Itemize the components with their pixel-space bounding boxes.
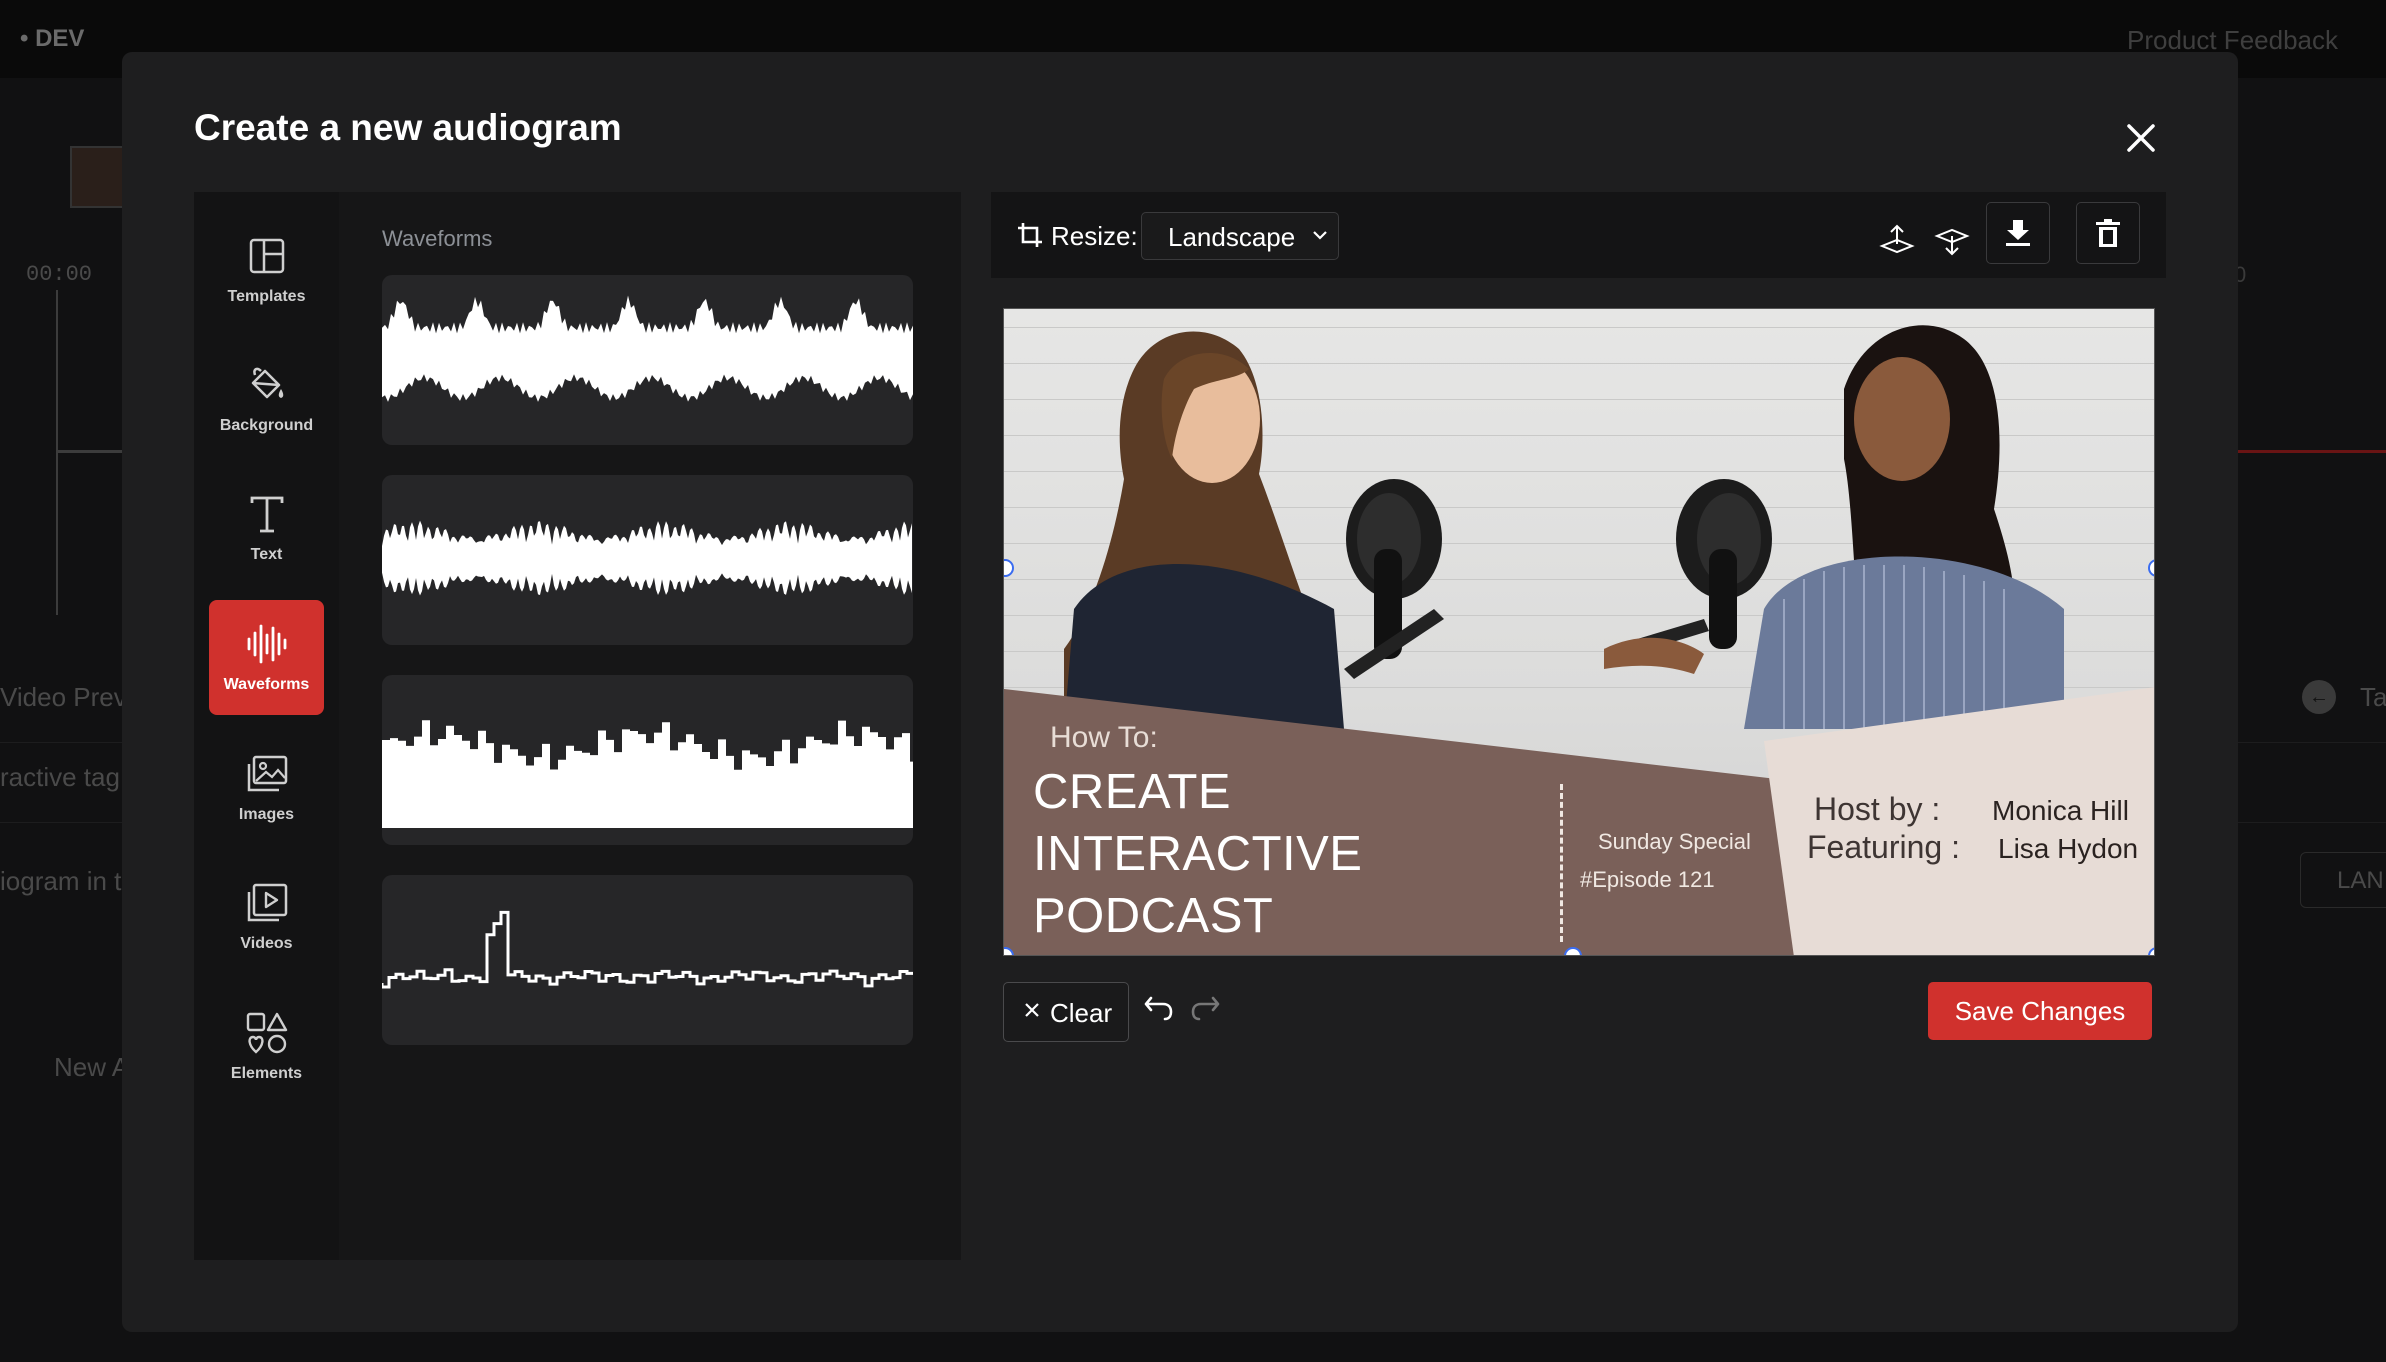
undo-icon[interactable] (1143, 992, 1175, 1024)
background-timecode: 00:00 (26, 262, 93, 287)
download-icon (2006, 220, 2030, 246)
modal-title: Create a new audiogram (194, 107, 622, 148)
clear-button-label: Clear (1050, 998, 1113, 1028)
text-icon (245, 492, 289, 536)
crop-icon (1018, 223, 1042, 247)
sidebar-item-templates[interactable]: Templates (209, 212, 324, 327)
waveform-icon (245, 622, 289, 666)
bring-forward-icon[interactable] (1879, 222, 1915, 258)
download-button[interactable] (1986, 202, 2050, 264)
background-interactive-tags: ractive tag (0, 762, 120, 792)
caption-sunday-special: Sunday Special (1598, 829, 1751, 854)
sidebar-item-label: Images (238, 805, 295, 823)
caption-how-to: How To: (1050, 721, 1158, 754)
delete-button[interactable] (2076, 202, 2140, 264)
tools-panel: Templates Background Text Waveforms Imag… (194, 192, 961, 1260)
background-audiogram-text: iogram in th (0, 866, 136, 896)
sidebar-item-videos[interactable]: Videos (209, 859, 324, 974)
background-ta-label: Ta (2360, 682, 2386, 712)
host-label: Host by : (1814, 791, 1941, 827)
caption-title-line-2: INTERACTIVE (1033, 827, 1363, 881)
sidebar-item-label: Videos (240, 934, 293, 952)
caption-title-line-3: PODCAST (1033, 889, 1274, 943)
close-button[interactable] (2117, 114, 2165, 162)
resize-dropdown-value: Landscape (1168, 222, 1296, 252)
host-name: Monica Hill (1992, 795, 2129, 826)
waveform-option-sine-peaks[interactable] (382, 275, 913, 445)
paint-bucket-icon (245, 363, 289, 407)
audiogram-canvas[interactable]: How To: CREATE INTERACTIVE PODCAST Sunda… (1003, 308, 2155, 956)
waveforms-section-title: Waveforms (382, 226, 493, 251)
sidebar-item-elements[interactable]: Elements (209, 989, 324, 1104)
close-icon (2127, 124, 2155, 152)
sidebar-item-background[interactable]: Background (209, 341, 324, 456)
caption-episode: #Episode 121 (1580, 867, 1715, 892)
background-playhead-line (2238, 450, 2386, 453)
sidebar-item-waveforms[interactable]: Waveforms (209, 600, 324, 715)
background-video-preview: Video Prev (0, 682, 127, 712)
caption-title: CREATE INTERACTIVE PODCAST (1033, 761, 1362, 947)
sidebar-item-images[interactable]: Images (209, 730, 324, 845)
redo-icon[interactable] (1189, 992, 1221, 1024)
resize-label: Resize: (1051, 221, 1138, 251)
env-label: • DEV (20, 25, 85, 52)
editor-toolbar: Resize: Landscape (991, 192, 2166, 278)
trash-icon (2096, 219, 2120, 247)
background-arrow-icon: ← (2302, 680, 2336, 714)
waveform-option-dense-bars[interactable] (382, 475, 913, 645)
resize-dropdown[interactable]: Landscape (1141, 212, 1339, 260)
sidebar-item-label: Templates (227, 287, 306, 305)
chevron-down-icon (1313, 231, 1327, 240)
images-icon (245, 752, 289, 796)
templates-icon (245, 234, 289, 278)
tools-rail: Templates Background Text Waveforms Imag… (194, 192, 339, 1260)
waveform-option-step-histogram[interactable] (382, 675, 913, 845)
sidebar-item-label: Text (250, 545, 283, 563)
close-icon (1025, 1003, 1039, 1017)
save-changes-button[interactable]: Save Changes (1928, 982, 2152, 1040)
audiogram-modal: Create a new audiogram Templates Backgro… (122, 52, 2238, 1332)
shapes-icon (245, 1011, 289, 1055)
caption-divider (1560, 784, 1563, 942)
video-icon (245, 881, 289, 925)
featuring-name: Lisa Hydon (1998, 833, 2139, 864)
waveform-option-line-spike[interactable] (382, 875, 913, 1045)
background-new-label: New A (54, 1052, 130, 1082)
background-lan-button: LAN (2300, 852, 2386, 908)
sidebar-item-label: Waveforms (223, 675, 310, 693)
caption-title-line-1: CREATE (1033, 765, 1232, 819)
sidebar-item-text[interactable]: Text (209, 470, 324, 585)
send-backward-icon[interactable] (1934, 222, 1970, 258)
sidebar-item-label: Background (219, 416, 314, 434)
clear-button[interactable]: Clear (1003, 982, 1129, 1042)
sidebar-item-label: Elements (230, 1064, 303, 1082)
featuring-label: Featuring : (1807, 829, 1960, 865)
